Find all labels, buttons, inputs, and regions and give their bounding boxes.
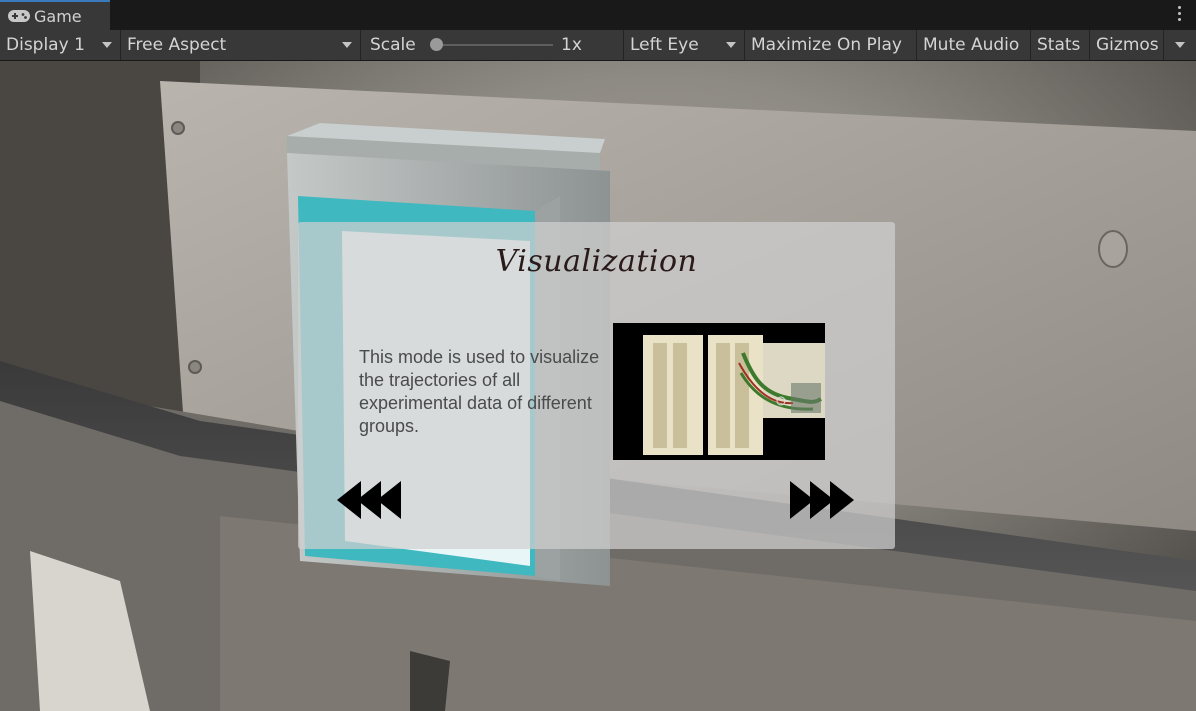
kebab-menu-icon[interactable]: [1178, 6, 1181, 24]
aspect-label: Free Aspect: [127, 35, 227, 55]
gizmos-toggle[interactable]: Gizmos: [1090, 30, 1164, 60]
floor-plan-graphic: [613, 323, 825, 460]
chevron-down-icon: [342, 42, 352, 48]
maximize-on-play-toggle[interactable]: Maximize On Play: [745, 30, 917, 60]
chevron-down-icon: [726, 42, 736, 48]
stats-label: Stats: [1037, 35, 1081, 55]
eye-label: Left Eye: [630, 35, 699, 55]
scale-label: Scale: [370, 35, 416, 55]
tab-bar: Game: [0, 0, 1196, 31]
gizmos-dropdown[interactable]: [1164, 30, 1196, 60]
game-viewport[interactable]: Visualization This mode is used to visua…: [0, 61, 1196, 711]
panel-title: Visualization: [495, 244, 698, 279]
display-dropdown[interactable]: Display 1: [0, 30, 121, 60]
rewind-icon: [337, 481, 401, 519]
game-toolbar: Display 1 Free Aspect Scale 1x Left Eye …: [0, 30, 1196, 61]
fast-forward-icon: [790, 481, 854, 519]
scale-slider-track[interactable]: [437, 44, 553, 46]
display-label: Display 1: [6, 35, 85, 55]
chevron-down-icon: [1175, 42, 1185, 48]
trajectory-preview-image: [613, 323, 825, 460]
tab-game[interactable]: Game: [0, 0, 110, 30]
next-button[interactable]: [790, 481, 858, 523]
mode-panel: Visualization This mode is used to visua…: [298, 222, 895, 549]
tab-label: Game: [34, 7, 82, 26]
aspect-dropdown[interactable]: Free Aspect: [121, 30, 361, 60]
scale-slider-thumb[interactable]: [430, 38, 443, 51]
panel-description: This mode is used to visualize the traje…: [359, 347, 600, 436]
maximize-label: Maximize On Play: [751, 35, 902, 55]
eye-dropdown[interactable]: Left Eye: [624, 30, 745, 60]
scale-value: 1x: [561, 35, 582, 55]
gamepad-icon: [8, 10, 30, 22]
previous-button[interactable]: [337, 481, 405, 523]
stats-toggle[interactable]: Stats: [1031, 30, 1090, 60]
gizmos-label: Gizmos: [1096, 35, 1159, 55]
mute-label: Mute Audio: [923, 35, 1020, 55]
chevron-down-icon: [102, 42, 112, 48]
mute-audio-toggle[interactable]: Mute Audio: [917, 30, 1031, 60]
